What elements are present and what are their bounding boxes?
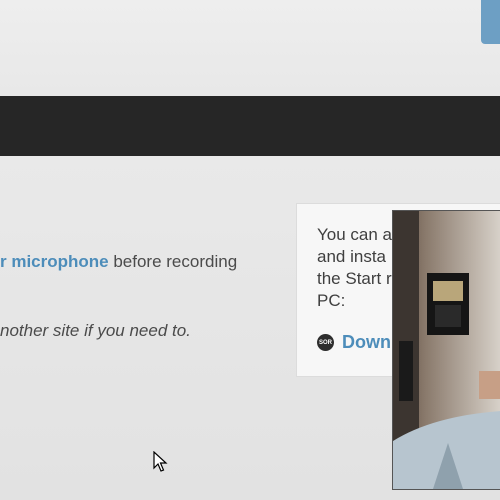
download-app-icon: SOR (317, 334, 334, 351)
webcam-video-frame (393, 211, 500, 489)
mouse-pointer-icon (153, 451, 168, 472)
instruction-line-microphone: r microphone before recording (0, 252, 237, 272)
instruction-text: before recording (108, 252, 238, 271)
top-area (0, 0, 500, 96)
top-right-button[interactable] (481, 0, 500, 44)
download-link[interactable]: SOR Down (317, 332, 391, 353)
download-label[interactable]: Down (342, 332, 391, 353)
webcam-overlay (392, 210, 500, 490)
instruction-line-other-site: nother site if you need to. (0, 321, 191, 340)
microphone-link[interactable]: r microphone (0, 252, 109, 271)
header-bar (0, 96, 500, 156)
